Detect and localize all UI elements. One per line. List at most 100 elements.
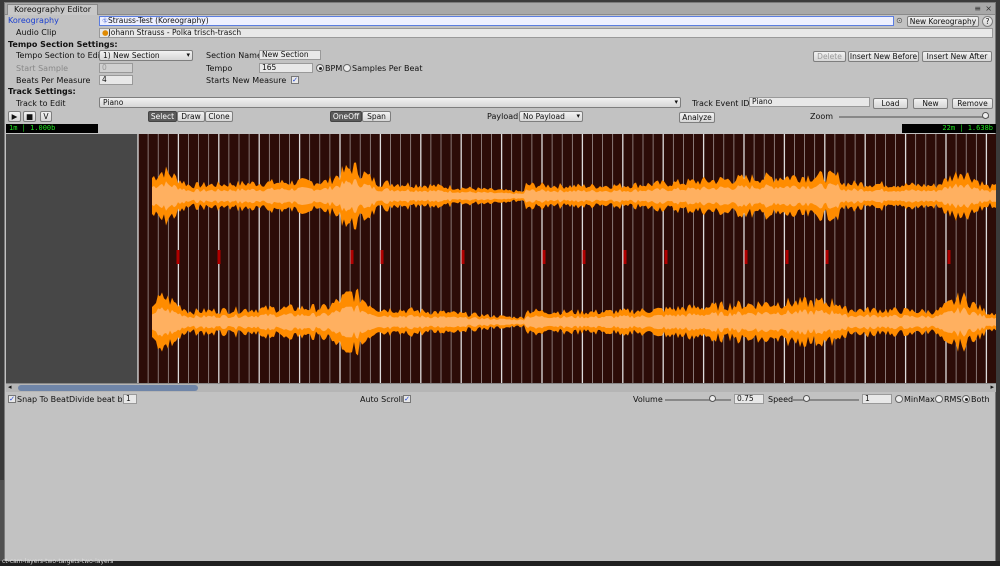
play-button[interactable]: ▶ bbox=[8, 111, 21, 122]
snap-to-beat-label: Snap To Beat bbox=[17, 395, 70, 404]
section-name-field[interactable]: New Section bbox=[259, 50, 321, 60]
track-to-edit-label: Track to Edit bbox=[16, 99, 66, 108]
new-koreography-button[interactable]: New Koreography bbox=[907, 16, 979, 27]
event-marker bbox=[947, 250, 951, 264]
samples-per-beat-radio[interactable] bbox=[343, 64, 351, 72]
koreography-value: Strauss-Test (Koreography) bbox=[108, 16, 209, 25]
event-marker bbox=[350, 250, 354, 264]
both-radio[interactable] bbox=[962, 395, 970, 403]
volume-field[interactable]: 0.75 bbox=[734, 394, 764, 404]
scroll-left-icon[interactable]: ◂ bbox=[8, 383, 12, 391]
minmax-radio[interactable] bbox=[895, 395, 903, 403]
scrollbar-thumb[interactable] bbox=[18, 385, 198, 391]
track-dropdown[interactable]: Piano bbox=[99, 97, 681, 108]
payload-dropdown[interactable]: No Payload bbox=[519, 111, 583, 122]
tempo-section-dropdown[interactable]: 1) New Section bbox=[99, 50, 193, 61]
section-name-label: Section Name bbox=[206, 51, 262, 60]
track-event-id-label: Track Event ID bbox=[692, 99, 750, 108]
koreography-editor-window: Koreography Editor ≡ × Koreography ⛗Stra… bbox=[4, 2, 996, 562]
track-heading: Track Settings: bbox=[8, 87, 76, 96]
event-marker bbox=[217, 250, 221, 264]
koreography-label: Koreography bbox=[8, 16, 59, 25]
waveform-scrollbar[interactable]: ◂ ▸ bbox=[6, 383, 996, 392]
beats-per-measure-field[interactable]: 4 bbox=[99, 75, 133, 85]
start-sample-field: 0 bbox=[99, 63, 133, 73]
background-taskbar bbox=[0, 561, 1000, 566]
tab-strip: Koreography Editor ≡ × bbox=[5, 3, 995, 15]
tempo-heading: Tempo Section Settings: bbox=[8, 40, 118, 49]
event-marker bbox=[825, 250, 829, 264]
tempo-field[interactable]: 165 bbox=[259, 63, 313, 73]
divide-beat-field[interactable]: 1 bbox=[123, 394, 137, 404]
check-icon: ✓ bbox=[292, 76, 298, 84]
load-button[interactable]: Load bbox=[873, 98, 908, 109]
event-marker bbox=[664, 250, 668, 264]
help-button[interactable]: ? bbox=[982, 16, 993, 27]
remove-button[interactable]: Remove bbox=[952, 98, 993, 109]
analyze-button[interactable]: Analyze bbox=[679, 112, 715, 123]
scroll-right-icon[interactable]: ▸ bbox=[990, 383, 994, 391]
clone-mode-button[interactable]: Clone bbox=[205, 111, 233, 122]
waveform-view[interactable] bbox=[6, 134, 996, 383]
starts-new-measure-checkbox[interactable]: ✓ bbox=[291, 76, 299, 84]
insert-before-button[interactable]: Insert New Before bbox=[848, 51, 919, 62]
background-panel bbox=[0, 480, 4, 566]
zoom-slider-thumb[interactable] bbox=[982, 112, 989, 119]
speed-label: Speed bbox=[768, 395, 794, 404]
stop-button[interactable]: ■ bbox=[23, 111, 36, 122]
event-marker bbox=[176, 250, 180, 264]
event-marker bbox=[744, 250, 748, 264]
oneoff-button[interactable]: OneOff bbox=[330, 111, 362, 122]
zoom-slider[interactable] bbox=[839, 116, 989, 118]
samples-per-beat-label: Samples Per Beat bbox=[352, 64, 423, 73]
volume-label: Volume bbox=[633, 395, 663, 404]
menu-icon[interactable]: ≡ bbox=[974, 3, 981, 14]
position-readout-right: 22m | 1.638b bbox=[902, 124, 996, 133]
check-icon: ✓ bbox=[404, 395, 410, 403]
both-label: Both bbox=[971, 395, 990, 404]
event-marker bbox=[623, 250, 627, 264]
start-sample-label: Start Sample bbox=[16, 64, 69, 73]
rms-label: RMS bbox=[944, 395, 962, 404]
event-marker bbox=[542, 250, 546, 264]
bpm-label: BPM bbox=[325, 64, 343, 73]
volume-slider[interactable] bbox=[665, 399, 731, 401]
volume-slider-thumb[interactable] bbox=[709, 395, 716, 402]
auto-scroll-label: Auto Scroll bbox=[360, 395, 404, 404]
tab-koreography-editor[interactable]: Koreography Editor bbox=[7, 4, 99, 15]
divide-beat-label: Divide beat by bbox=[69, 395, 128, 404]
zoom-label: Zoom bbox=[810, 112, 834, 121]
audio-clip-value: Johann Strauss - Polka trisch-trasch bbox=[108, 28, 242, 37]
beats-per-measure-label: Beats Per Measure bbox=[16, 76, 91, 85]
select-mode-button[interactable]: Select bbox=[148, 111, 177, 122]
event-marker bbox=[582, 250, 586, 264]
span-button[interactable]: Span bbox=[362, 111, 391, 122]
object-picker-icon[interactable]: ⊙ bbox=[896, 16, 903, 26]
delete-button[interactable]: Delete bbox=[813, 51, 846, 62]
event-marker bbox=[380, 250, 384, 264]
minmax-label: MinMax bbox=[904, 395, 935, 404]
track-event-id-field[interactable]: Piano bbox=[749, 97, 870, 107]
audio-clip-label: Audio Clip bbox=[16, 28, 57, 37]
close-icon[interactable]: × bbox=[985, 3, 992, 14]
check-icon: ✓ bbox=[9, 395, 15, 403]
waveform-pre-roll bbox=[6, 134, 138, 383]
draw-mode-button[interactable]: Draw bbox=[177, 111, 205, 122]
tempo-section-label: Tempo Section to Edit bbox=[16, 51, 104, 60]
koreography-field[interactable]: ⛗Strauss-Test (Koreography) bbox=[99, 16, 894, 26]
bpm-radio[interactable] bbox=[316, 64, 324, 72]
background-text: ct-cam-layers-two-targets-two-layers bbox=[2, 558, 114, 565]
tempo-label: Tempo bbox=[206, 64, 233, 73]
snap-to-beat-checkbox[interactable]: ✓ bbox=[8, 395, 16, 403]
payload-label: Payload bbox=[487, 112, 519, 121]
speed-field[interactable]: 1 bbox=[862, 394, 892, 404]
insert-after-button[interactable]: Insert New After bbox=[922, 51, 992, 62]
speed-slider-thumb[interactable] bbox=[803, 395, 810, 402]
event-marker bbox=[785, 250, 789, 264]
v-button[interactable]: V bbox=[40, 111, 52, 122]
auto-scroll-checkbox[interactable]: ✓ bbox=[403, 395, 411, 403]
audio-clip-field[interactable]: ●Johann Strauss - Polka trisch-trasch bbox=[99, 28, 993, 38]
new-track-button[interactable]: New bbox=[913, 98, 948, 109]
rms-radio[interactable] bbox=[935, 395, 943, 403]
waveform-background bbox=[138, 134, 996, 383]
